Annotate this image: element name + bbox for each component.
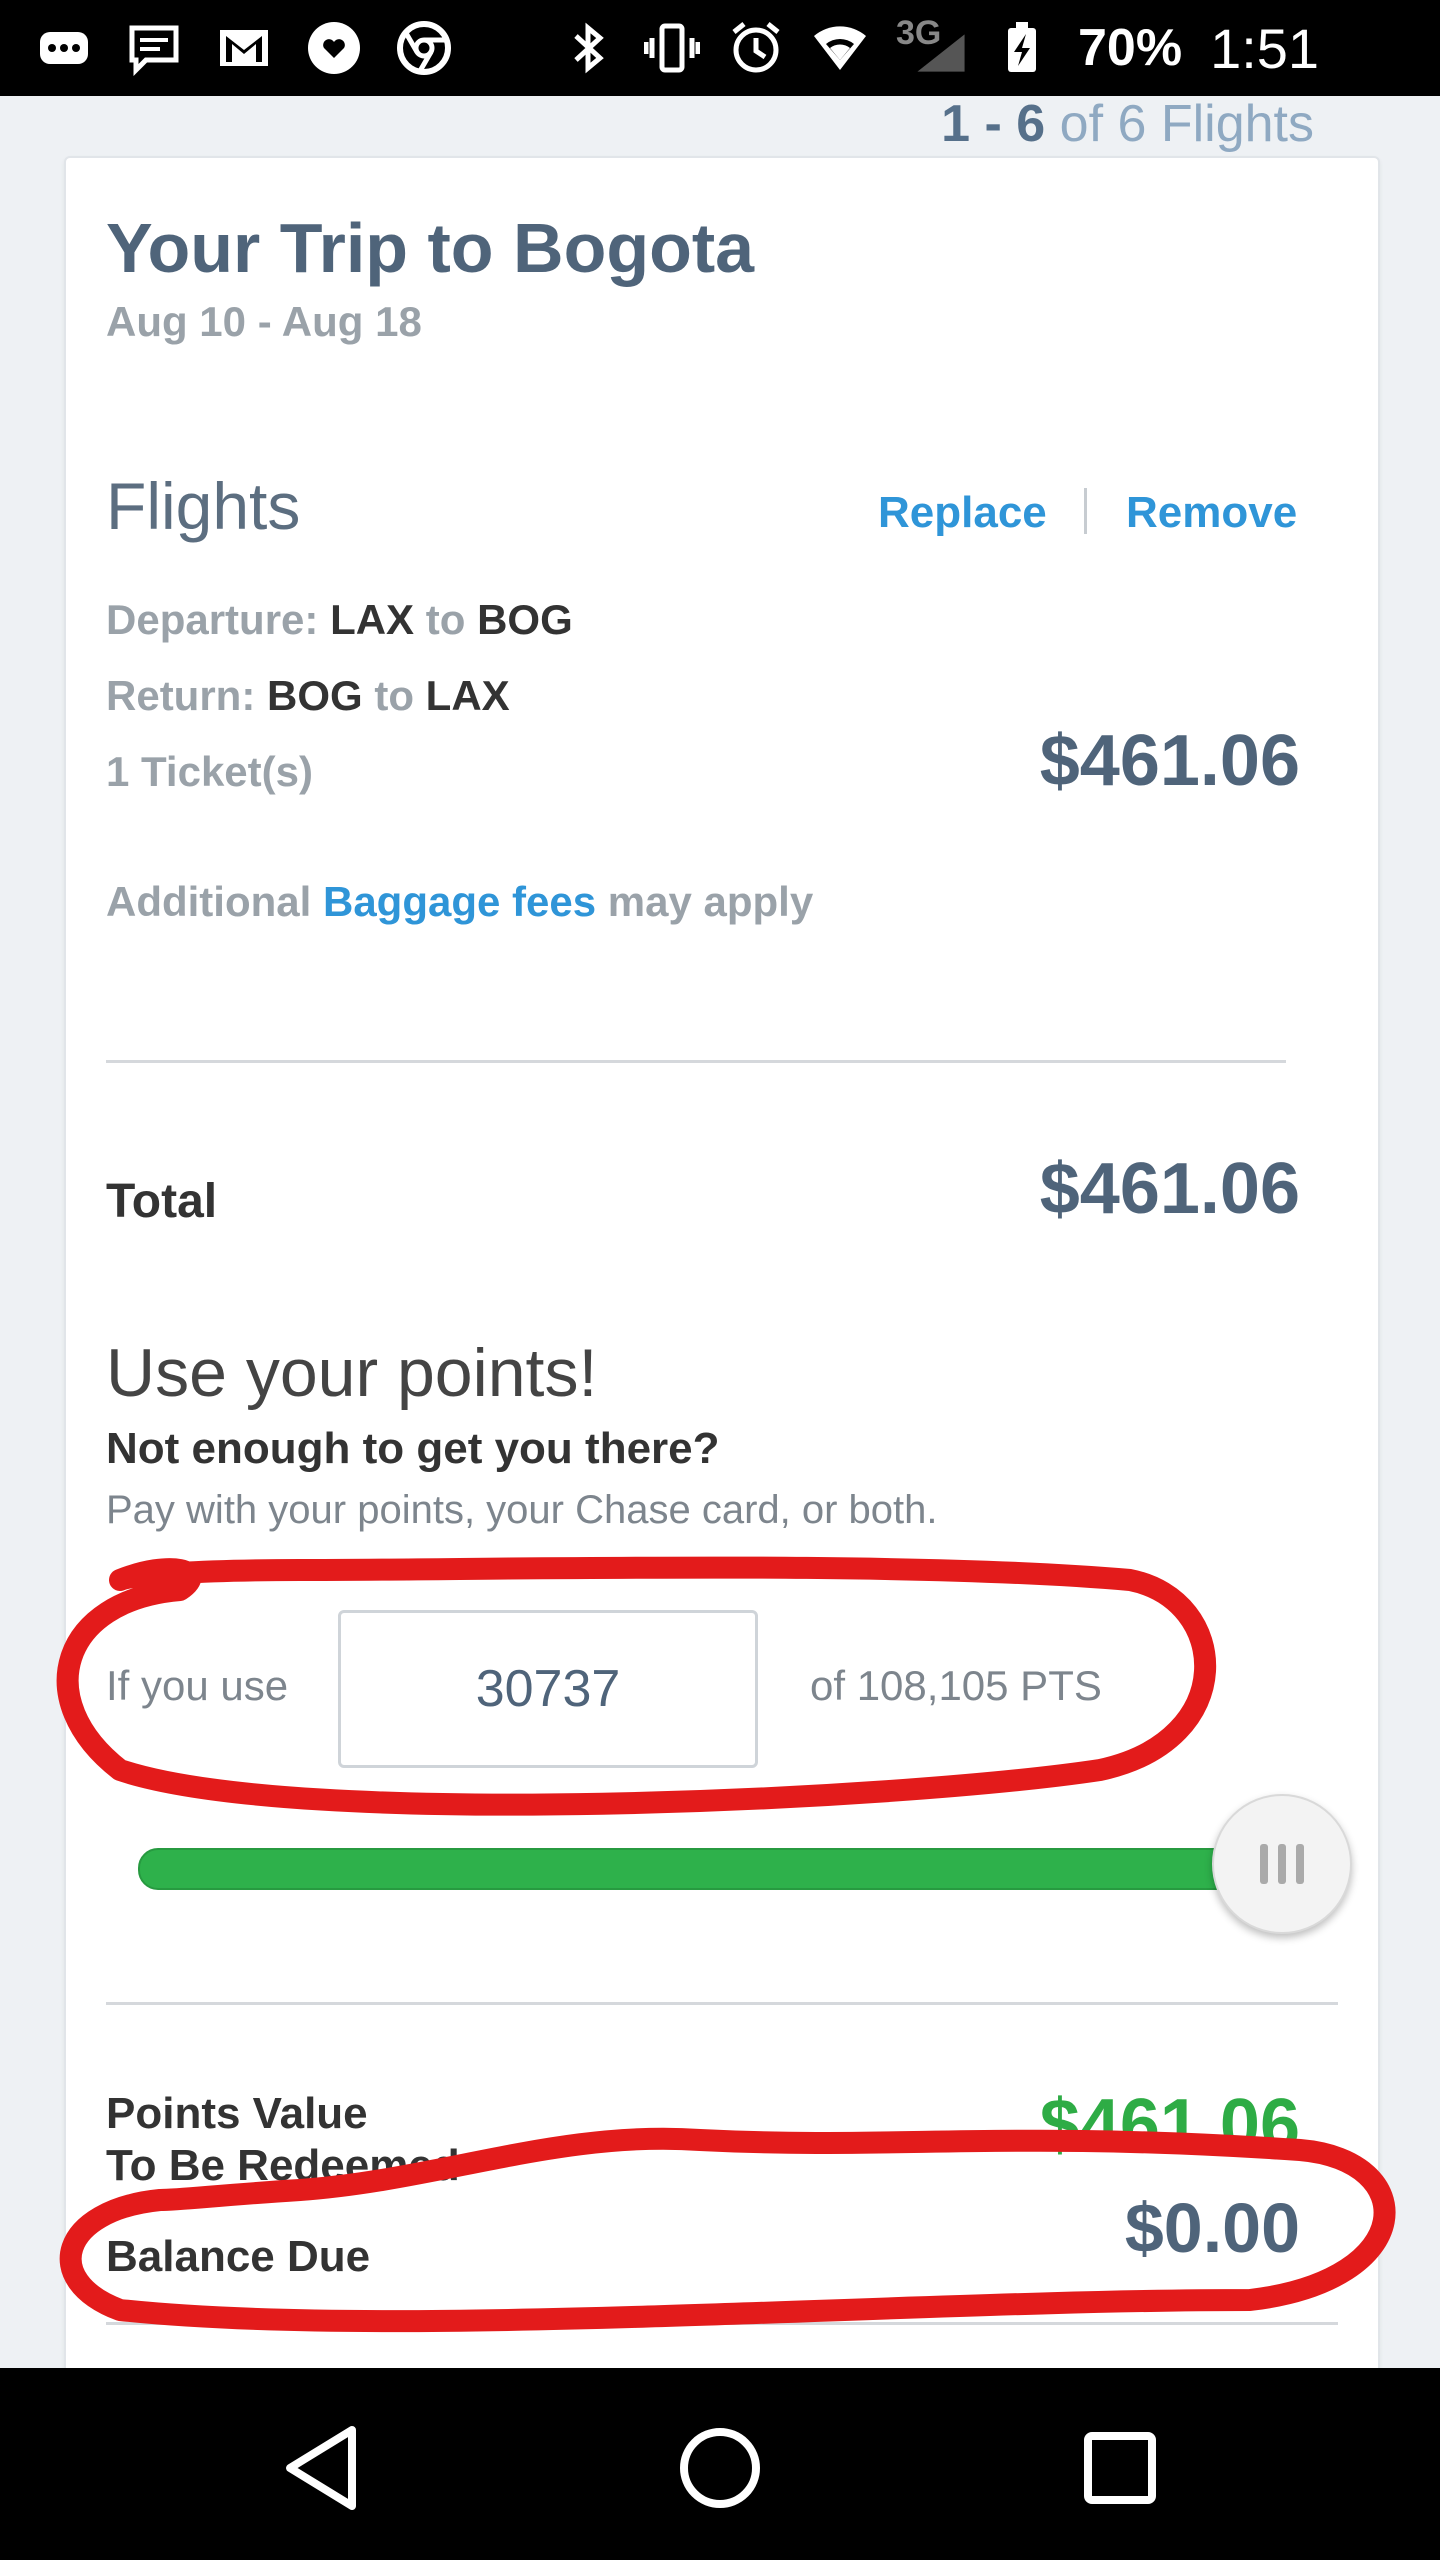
battery-percent: 70% [1078, 19, 1183, 77]
return-row: Return: BOG to LAX [106, 672, 510, 719]
total-amount: $461.06 [1039, 1149, 1300, 1229]
divider [106, 2002, 1338, 2005]
link-divider [1084, 488, 1087, 534]
vibrate-icon [644, 20, 700, 76]
trip-dates: Aug 10 - Aug 18 [106, 298, 422, 345]
if-you-use-label: If you use [106, 1662, 289, 1709]
alarm-icon [728, 20, 784, 76]
points-slider-track[interactable] [138, 1848, 1252, 1890]
replace-link[interactable]: Replace [878, 488, 1047, 538]
pagination-indicator: 1 - 6 of 6 Flights [941, 94, 1314, 154]
heart-icon [306, 20, 362, 76]
recents-icon[interactable] [1060, 2408, 1180, 2528]
points-slider-handle[interactable] [1212, 1794, 1352, 1934]
battery-icon [994, 20, 1050, 76]
pagination-range: 1 - 6 [941, 95, 1046, 153]
home-icon[interactable] [660, 2408, 780, 2528]
system-nav-bar [0, 2368, 1440, 2560]
total-label: Total [106, 1175, 218, 1228]
network-type-icon: 3G [896, 14, 966, 76]
baggage-fees-link[interactable]: Baggage fees [323, 878, 596, 925]
remove-link[interactable]: Remove [1126, 488, 1297, 538]
divider [106, 1060, 1286, 1063]
baggage-note: Additional Baggage fees may apply [106, 878, 814, 925]
ticket-count: 1 Ticket(s) [106, 748, 313, 795]
chrome-icon [396, 20, 452, 76]
flights-heading: Flights [106, 469, 301, 543]
departure-row: Departure: LAX to BOG [106, 596, 573, 643]
trip-summary-card: Your Trip to Bogota Aug 10 - Aug 18 Flig… [64, 156, 1380, 2380]
status-bar: 3G 70% 1:51 [0, 0, 1440, 96]
message-icon [126, 20, 182, 76]
points-available-label: of 108,105 PTS [810, 1662, 1102, 1709]
balance-due-amount: $0.00 [1124, 2189, 1300, 2267]
trip-title: Your Trip to Bogota [106, 209, 755, 287]
clock: 1:51 [1210, 16, 1320, 80]
points-description: Pay with your points, your Chase card, o… [106, 1488, 938, 1532]
points-input[interactable]: 30737 [338, 1610, 758, 1768]
divider [106, 2322, 1338, 2325]
bluetooth-icon [560, 20, 616, 76]
points-subheading: Not enough to get you there? [106, 1424, 720, 1473]
points-heading: Use your points! [106, 1335, 598, 1411]
gmail-icon [216, 20, 272, 76]
wifi-icon [812, 20, 868, 76]
grip-icon [1260, 1844, 1268, 1884]
back-icon[interactable] [262, 2408, 382, 2528]
points-value-amount: $461.06 [1039, 2085, 1300, 2165]
pagination-total: of 6 Flights [1059, 95, 1314, 153]
more-icon [36, 20, 92, 76]
balance-due-label: Balance Due [106, 2232, 381, 2282]
points-value-label: Points Value To Be Redeemed [106, 2089, 460, 2190]
flights-price: $461.06 [1039, 721, 1300, 801]
